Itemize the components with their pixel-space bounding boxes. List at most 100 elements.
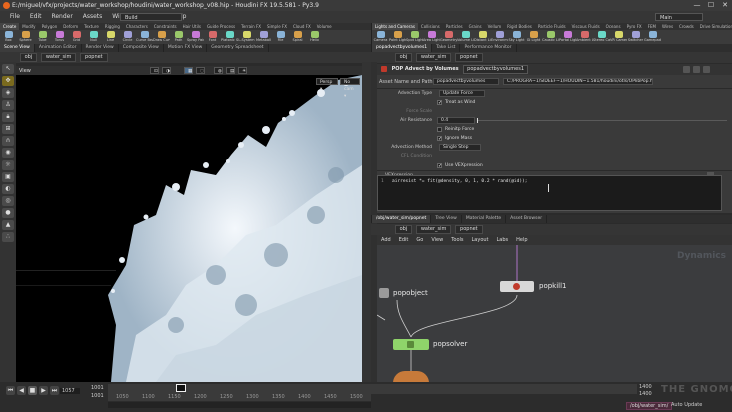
- tool-environment-light[interactable]: Environment Light: [491, 30, 508, 44]
- tool-tube[interactable]: Tube: [34, 30, 51, 44]
- render-icon[interactable]: ▣: [2, 172, 14, 182]
- air-resistance-field[interactable]: 0.4: [437, 117, 475, 124]
- tool-spray-paint[interactable]: Spray Paint: [187, 30, 204, 44]
- shelf-tab-simple-fx[interactable]: Simple FX: [264, 23, 290, 30]
- shelf-tab-viscous-fluids[interactable]: Viscous Fluids: [569, 23, 603, 30]
- shelf-tab-drive-simulation[interactable]: Drive Simulation: [697, 23, 732, 30]
- tool-helix[interactable]: Helix: [306, 30, 323, 44]
- scene-viewport[interactable]: Persp ▾ No cam ▾: [16, 75, 362, 382]
- play-icon[interactable]: ▶: [39, 386, 48, 395]
- shelf-tab-pyro-fx[interactable]: Pyro FX: [624, 23, 645, 30]
- treat-as-wind-checkbox[interactable]: ✓: [437, 100, 442, 106]
- shading-icon[interactable]: ◑: [162, 67, 171, 74]
- shelf-tab-particles[interactable]: Particles: [443, 23, 466, 30]
- tab-asset-browser[interactable]: Asset Browser: [506, 215, 548, 223]
- snap-icon[interactable]: ⊞: [2, 124, 14, 134]
- cook-icon[interactable]: ▲: [2, 220, 14, 230]
- tool-gi-light[interactable]: GI Light: [525, 30, 542, 44]
- shelf-tab-volume[interactable]: Volume: [314, 23, 335, 30]
- shelf-tab-hair-utils[interactable]: Hair Utils: [180, 23, 204, 30]
- tab-animation-editor[interactable]: Animation Editor: [35, 44, 82, 52]
- main-desktop-select[interactable]: Main: [655, 13, 703, 21]
- tool-font[interactable]: Font: [204, 30, 221, 44]
- use-vexpression-checkbox[interactable]: ✓: [437, 163, 442, 169]
- tool-volume-light[interactable]: Volume Light: [457, 30, 474, 44]
- shelf-tab-oceans[interactable]: Oceans: [603, 23, 624, 30]
- magnet-icon[interactable]: ∩: [2, 136, 14, 146]
- camera-icon[interactable]: ◉: [2, 148, 14, 158]
- tool-line[interactable]: Line: [102, 30, 119, 44]
- step-back-icon[interactable]: ◀: [17, 386, 26, 395]
- end-frame[interactable]: 1400: [639, 384, 652, 390]
- shelf-tab-wires[interactable]: Wires: [659, 23, 676, 30]
- output-node[interactable]: [393, 371, 429, 382]
- persp-dropdown[interactable]: Persp ▾: [316, 78, 338, 92]
- end-frame-global[interactable]: 1400: [639, 391, 652, 397]
- tool-point-light[interactable]: Point Light: [389, 30, 406, 44]
- tab-render-view[interactable]: Render View: [82, 44, 119, 52]
- popsolver-node[interactable]: [393, 339, 429, 350]
- shelf-tab-terrain-fx[interactable]: Terrain FX: [238, 23, 264, 30]
- tool-portal-light[interactable]: Portal Light: [559, 30, 576, 44]
- tool-platonic-solids[interactable]: Platonic Solids: [221, 30, 238, 44]
- tool-box[interactable]: Box: [0, 30, 17, 44]
- status-path[interactable]: /obj/water_sim/: [626, 402, 673, 410]
- tool-spot-light[interactable]: Spot Light: [406, 30, 423, 44]
- network-menu-view[interactable]: View: [427, 235, 447, 245]
- path-water-sim[interactable]: water_sim: [40, 53, 77, 62]
- shelf-tab-cloud-fx[interactable]: Cloud FX: [290, 23, 314, 30]
- timeline-track-right[interactable]: [371, 384, 637, 394]
- path-obj[interactable]: obj: [19, 53, 38, 62]
- slider-handle[interactable]: [477, 118, 478, 123]
- tool-caustic-light[interactable]: Caustic Light: [542, 30, 559, 44]
- light-icon[interactable]: ☼: [2, 160, 14, 170]
- tool-torus[interactable]: Torus: [51, 30, 68, 44]
- shelf-tab-particle-fluids[interactable]: Particle Fluids: [535, 23, 569, 30]
- asset-name-field[interactable]: popadvectbyvolumes: [433, 78, 499, 85]
- path-obj[interactable]: obj: [394, 53, 413, 62]
- tool-file[interactable]: File: [272, 30, 289, 44]
- camera-dropdown[interactable]: No cam ▾: [340, 78, 360, 99]
- tool-camera[interactable]: Camera: [372, 30, 389, 44]
- info-icon[interactable]: [703, 66, 710, 73]
- shelf-tab-fem[interactable]: FEM: [645, 23, 659, 30]
- minimize-button[interactable]: —: [690, 0, 704, 11]
- path-popnet[interactable]: popnet: [80, 53, 108, 62]
- tool-l-system[interactable]: L-System: [238, 30, 255, 44]
- tool-circle[interactable]: Circle: [119, 30, 136, 44]
- tab-geometry-spreadsheet[interactable]: Geometry Spreadsheet: [207, 44, 269, 52]
- tool-vr-camera[interactable]: VR Camera: [610, 30, 627, 44]
- vis-icon[interactable]: ◍: [214, 67, 223, 74]
- tool-spiral[interactable]: Spiral: [289, 30, 306, 44]
- node-name-field[interactable]: popadvectbyvolumes1: [463, 65, 529, 74]
- auto-update-toggle[interactable]: Auto Update: [671, 402, 702, 408]
- shelf-tab-collisions[interactable]: Collisions: [418, 23, 443, 30]
- select-tool-icon[interactable]: ↖: [2, 64, 14, 74]
- advection-type-dropdown[interactable]: Update Force: [439, 90, 485, 97]
- view-options-icon[interactable]: ⊡: [150, 67, 159, 74]
- path-popnet[interactable]: popnet: [455, 53, 483, 62]
- network-editor[interactable]: Dynamics popobject popkill1 popsolver: [377, 245, 732, 382]
- tool-sphere[interactable]: Sphere: [17, 30, 34, 44]
- network-menu-add[interactable]: Add: [377, 235, 395, 245]
- tool-ambient-light[interactable]: Ambient Light: [576, 30, 593, 44]
- start-frame-global[interactable]: 1001: [91, 393, 104, 399]
- network-menu-help[interactable]: Help: [512, 235, 531, 245]
- display-icon[interactable]: ◐: [2, 184, 14, 194]
- tab-obj-water-sim-popnet[interactable]: /obj/water_sim/popnet: [372, 215, 432, 223]
- tool-metaball[interactable]: Metaball: [255, 30, 272, 44]
- air-resistance-slider[interactable]: [477, 120, 727, 121]
- shelf-tab-deform[interactable]: Deform: [60, 23, 81, 30]
- tool-null[interactable]: Null: [85, 30, 102, 44]
- tab-popadvectbyvolumes1[interactable]: popadvectbyvolumes1: [372, 44, 433, 52]
- ignore-mass-checkbox[interactable]: ✓: [437, 136, 442, 142]
- shelf-tab-lights-and-cameras[interactable]: Lights and Cameras: [372, 23, 418, 30]
- tab-material-palette[interactable]: Material Palette: [462, 215, 507, 223]
- shelf-tab-create[interactable]: Create: [0, 23, 20, 30]
- current-frame-field[interactable]: 1057: [60, 388, 80, 394]
- maximize-button[interactable]: ☐: [704, 0, 718, 11]
- stop-icon[interactable]: ■: [28, 386, 37, 395]
- tool-distant-light[interactable]: Distant Light: [474, 30, 491, 44]
- path-popnet[interactable]: popnet: [455, 225, 483, 234]
- network-menu-labs[interactable]: Labs: [493, 235, 513, 245]
